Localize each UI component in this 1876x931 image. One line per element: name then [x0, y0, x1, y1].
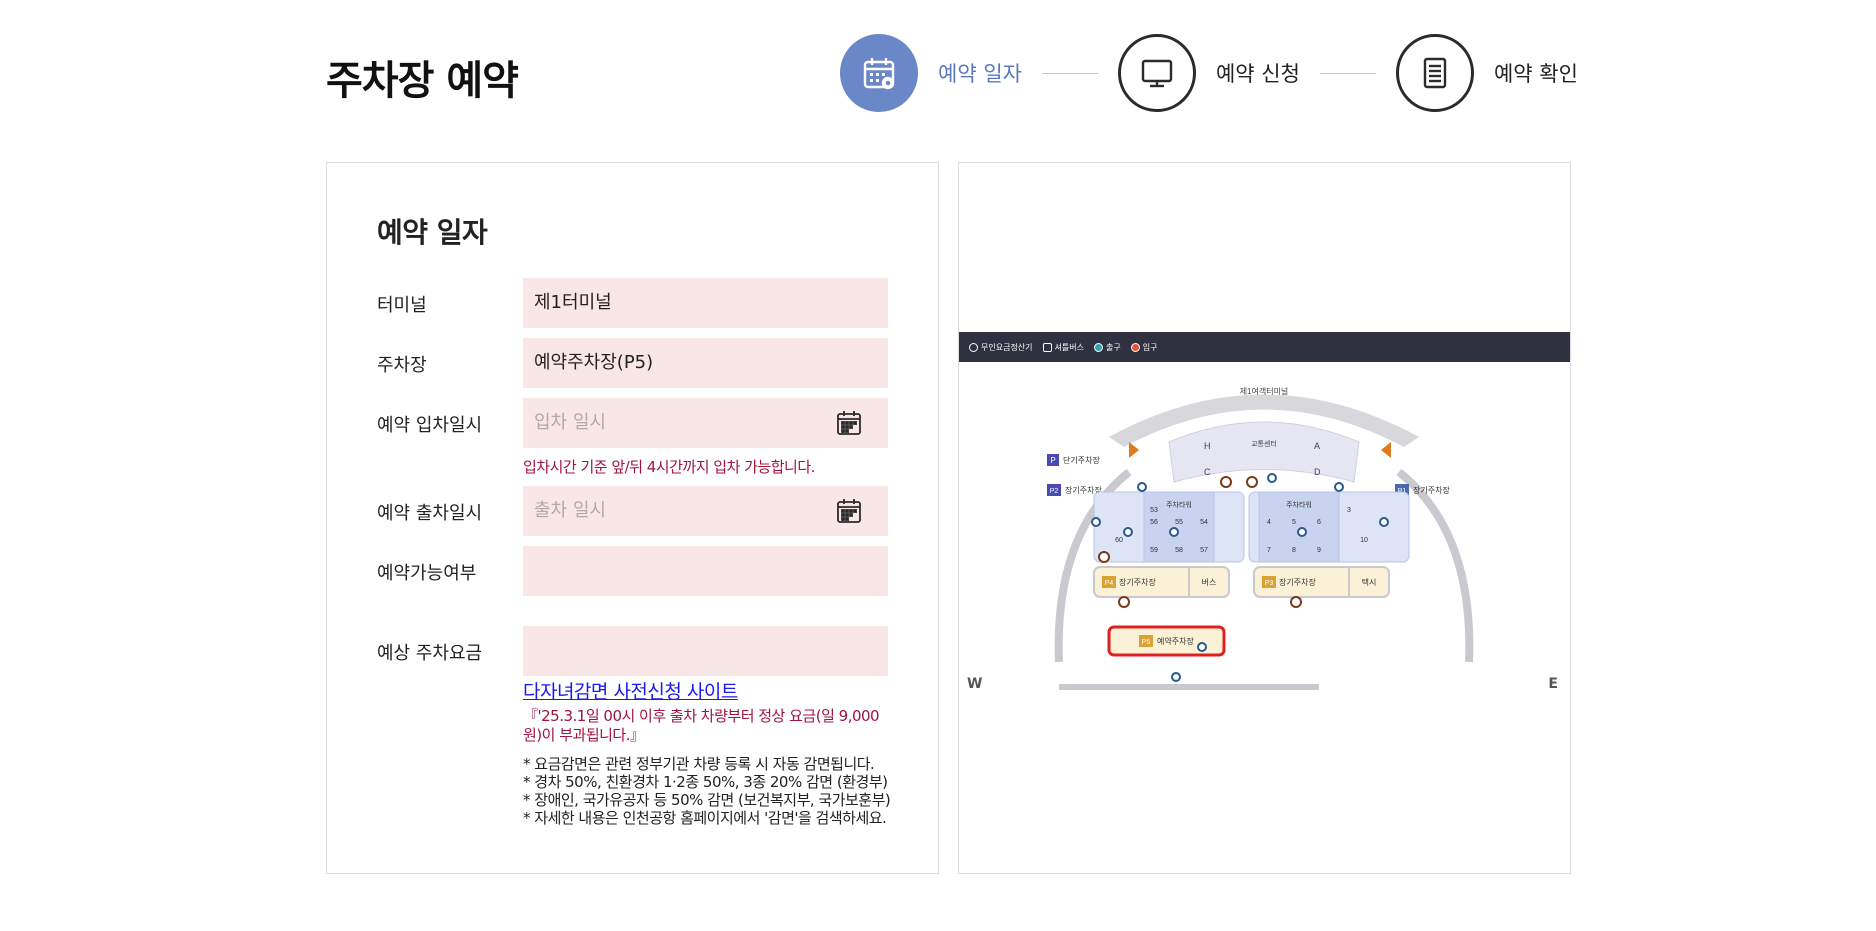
- parking-label: 주차장: [377, 355, 427, 376]
- note-line: * 경차 50%, 친환경차 1·2종 50%, 3종 20% 감면 (환경부): [523, 773, 888, 791]
- p1-label: 장기주차장: [1413, 485, 1450, 495]
- svg-text:53: 53: [1150, 507, 1158, 514]
- legend-item: 출구: [1093, 342, 1121, 353]
- legend-label: 입구: [1142, 342, 1158, 352]
- step-reservation-confirm: 예약 확인: [1395, 34, 1578, 112]
- fee-label: 예상 주차요금: [377, 643, 483, 664]
- entry-datetime-label: 예약 입차일시: [377, 415, 483, 436]
- availability-label: 예약가능여부: [377, 563, 477, 584]
- svg-text:10: 10: [1360, 537, 1368, 544]
- bus-label: 버스: [1202, 577, 1217, 587]
- p4-badge: P4: [1105, 580, 1114, 587]
- calendar-icon[interactable]: [836, 410, 862, 436]
- exit-icon: [1093, 342, 1103, 352]
- calendar-icon: [840, 34, 918, 112]
- zone-a: A: [1314, 441, 1320, 451]
- zone-c: C: [1204, 467, 1211, 477]
- svg-text:55: 55: [1175, 519, 1183, 526]
- note-line: * 요금감면은 관련 정부기관 차량 등록 시 자동 감면됩니다.: [523, 755, 875, 773]
- discount-site-link[interactable]: 다자녀감면 사전신청 사이트: [523, 677, 738, 704]
- exit-datetime-placeholder: 출차 일시: [534, 500, 606, 521]
- entrance-icon: [1130, 342, 1140, 352]
- p3-badge: P3: [1265, 580, 1274, 587]
- step-label: 예약 확인: [1493, 62, 1578, 86]
- map-legend: 무인요금정산기 셔틀버스 출구 입구: [959, 332, 1570, 362]
- tower-label: 주차타워: [1286, 500, 1312, 509]
- note-line: * 자세한 내용은 인천공항 홈페이지에서 '감면'을 검색하세요.: [523, 809, 887, 827]
- terminal-label: 제1여객터미널: [1240, 386, 1289, 396]
- section-title: 예약 일자: [377, 216, 488, 249]
- svg-text:7: 7: [1267, 547, 1271, 554]
- svg-text:8: 8: [1292, 547, 1296, 554]
- compass-east: E: [1548, 676, 1558, 692]
- legend-item: 무인요금정산기: [969, 342, 1033, 353]
- entry-hint: 입차시간 기준 앞/뒤 4시간까지 입차 가능합니다.: [523, 458, 815, 476]
- legend-label: 무인요금정산기: [981, 342, 1033, 352]
- p5-badge: P5: [1142, 639, 1151, 646]
- step-divider: [1319, 72, 1376, 74]
- parking-map: 무인요금정산기 셔틀버스 출구 입구 제1여객터미널 H A C D 교통센터: [959, 332, 1570, 702]
- legend-label: 셔틀버스: [1054, 342, 1084, 352]
- svg-text:6: 6: [1317, 519, 1321, 526]
- page-title: 주차장 예약: [326, 58, 519, 104]
- calendar-icon[interactable]: [836, 498, 862, 524]
- compass-west: W: [967, 676, 983, 692]
- fee-field: [523, 626, 888, 676]
- map-drawing: 제1여객터미널 H A C D 교통센터 P 단기주차장 P2 장기주차장 P1…: [1047, 386, 1474, 690]
- svg-text:4: 4: [1267, 519, 1271, 526]
- fee-notice: 『'25.3.1일 00시 이후 출차 차량부터 정상 요금(일 9,000원)…: [523, 707, 880, 744]
- step-label: 예약 일자: [938, 62, 1022, 86]
- step-divider: [1041, 72, 1098, 74]
- discount-notes: * 요금감면은 관련 정부기관 차량 등록 시 자동 감면됩니다. * 경차 5…: [523, 755, 903, 827]
- page: 주차장 예약 예약 일자 예약 신청 예약 확인 예약 일자 터미널 제1터미널…: [0, 0, 1876, 931]
- svg-text:9: 9: [1317, 547, 1321, 554]
- monitor-icon: [1117, 34, 1196, 112]
- progress-steps: 예약 일자 예약 신청 예약 확인: [840, 34, 1578, 112]
- p2-badge: P2: [1050, 488, 1059, 495]
- bus-icon: [1042, 342, 1052, 352]
- terminal-select[interactable]: 제1터미널: [523, 278, 888, 328]
- legend-label: 출구: [1105, 342, 1121, 352]
- svg-text:5: 5: [1292, 519, 1296, 526]
- parking-select[interactable]: 예약주차장(P5): [523, 338, 888, 388]
- svg-text:57: 57: [1200, 547, 1208, 554]
- p5-label: 예약주차장: [1157, 636, 1194, 646]
- p4-label: 장기주차장: [1119, 577, 1156, 587]
- p-badge: P: [1050, 456, 1055, 465]
- reservation-form-panel: 예약 일자 터미널 제1터미널 주차장 예약주차장(P5) 예약 입차일시 입차…: [326, 162, 939, 874]
- step-reservation-date: 예약 일자: [840, 34, 1022, 112]
- terminal-label: 터미널: [377, 295, 427, 316]
- entry-datetime-placeholder: 입차 일시: [534, 412, 606, 433]
- exit-datetime-label: 예약 출차일시: [377, 503, 483, 524]
- document-icon: [1395, 34, 1474, 112]
- legend-item: 입구: [1130, 342, 1158, 353]
- kiosk-icon: [969, 342, 978, 352]
- transport-center-label: 교통센터: [1251, 439, 1277, 448]
- legend-item: 셔틀버스: [1042, 342, 1084, 353]
- step-reservation-apply: 예약 신청: [1117, 34, 1300, 112]
- svg-text:59: 59: [1150, 547, 1158, 554]
- svg-text:60: 60: [1115, 537, 1123, 544]
- svg-text:3: 3: [1347, 507, 1351, 514]
- p3-label: 장기주차장: [1279, 577, 1316, 587]
- svg-text:56: 56: [1150, 519, 1158, 526]
- exit-datetime-input[interactable]: 출차 일시: [523, 486, 888, 536]
- tower-label: 주차타워: [1166, 500, 1192, 509]
- svg-text:58: 58: [1175, 547, 1183, 554]
- zone-h: H: [1204, 441, 1211, 451]
- svg-text:54: 54: [1200, 519, 1208, 526]
- availability-field: [523, 546, 888, 596]
- parking-map-panel: 무인요금정산기 셔틀버스 출구 입구 제1여객터미널 H A C D 교통센터: [958, 162, 1571, 874]
- taxi-label: 택시: [1362, 577, 1377, 587]
- zone-d: D: [1314, 467, 1321, 477]
- step-label: 예약 신청: [1215, 62, 1300, 86]
- p-short-label: 단기주차장: [1063, 455, 1100, 465]
- note-line: * 장애인, 국가유공자 등 50% 감면 (보건복지부, 국가보훈부): [523, 791, 891, 809]
- entry-datetime-input[interactable]: 입차 일시: [523, 398, 888, 448]
